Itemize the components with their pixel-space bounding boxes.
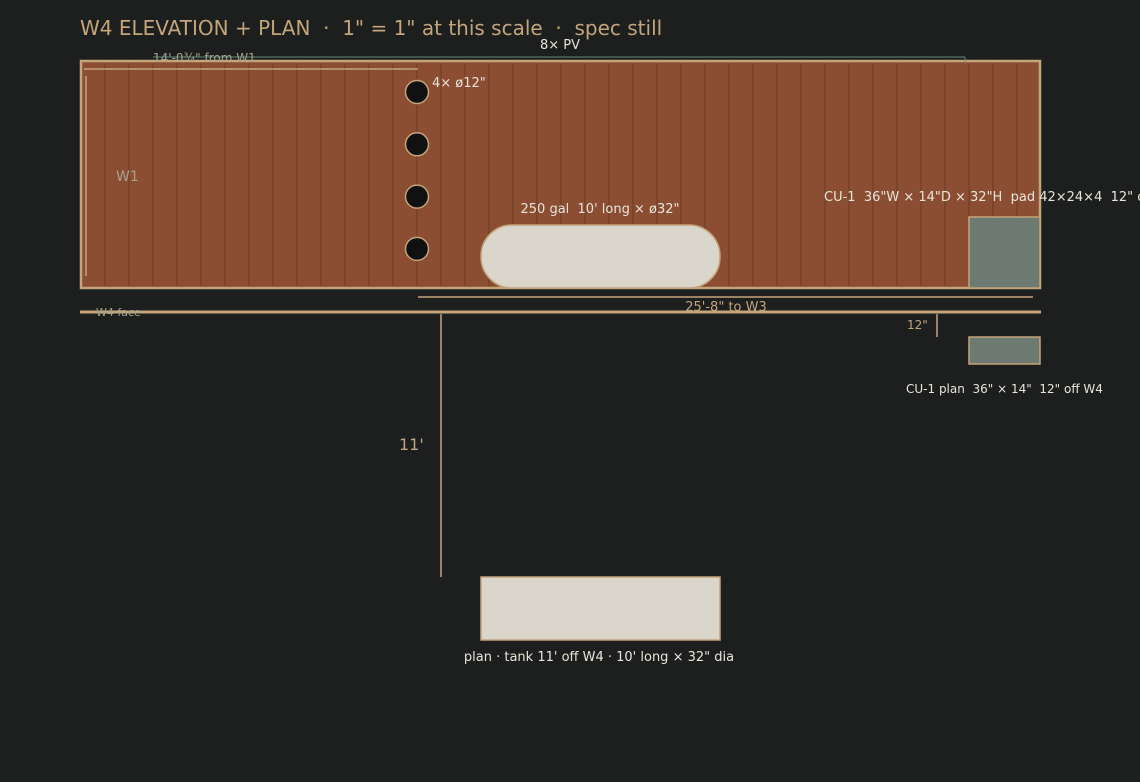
tank-label: 250 gal 10' long × ø32" (521, 202, 680, 217)
page-title: W4 ELEVATION + PLAN · 1" = 1" at this sc… (80, 16, 662, 40)
elevation-plan-drawing: W4 ELEVATION + PLAN · 1" = 1" at this sc… (79, 16, 1140, 665)
tank-plan-caption: plan · tank 11' off W4 · 10' long × 32" … (464, 650, 734, 665)
cu1-elevation (968, 216, 1041, 289)
cu1-plan-label: CU-1 plan 36" × 14" 12" off W4 (906, 382, 1103, 396)
pv-label: 8× PV (540, 38, 580, 53)
dim-from-w1-label: 14'-0¾" from W1 (153, 51, 256, 65)
w4-face-label: W4 face (96, 306, 141, 319)
duct-port (404, 236, 430, 262)
w1-label: W1 (116, 169, 139, 185)
cu1-plan (968, 336, 1041, 365)
dim-11ft-label: 11' (399, 435, 424, 454)
duct-port (404, 79, 430, 105)
tank-elevation (480, 224, 721, 289)
duct-port (404, 132, 430, 157)
duct-port (404, 184, 430, 209)
ports-label: 4× ø12" (432, 76, 486, 91)
tank-plan (480, 576, 721, 641)
dim-12in-label: 12" (907, 318, 928, 332)
cu1-label: CU-1 36"W × 14"D × 32"H pad 42×24×4 12" … (824, 190, 1140, 205)
